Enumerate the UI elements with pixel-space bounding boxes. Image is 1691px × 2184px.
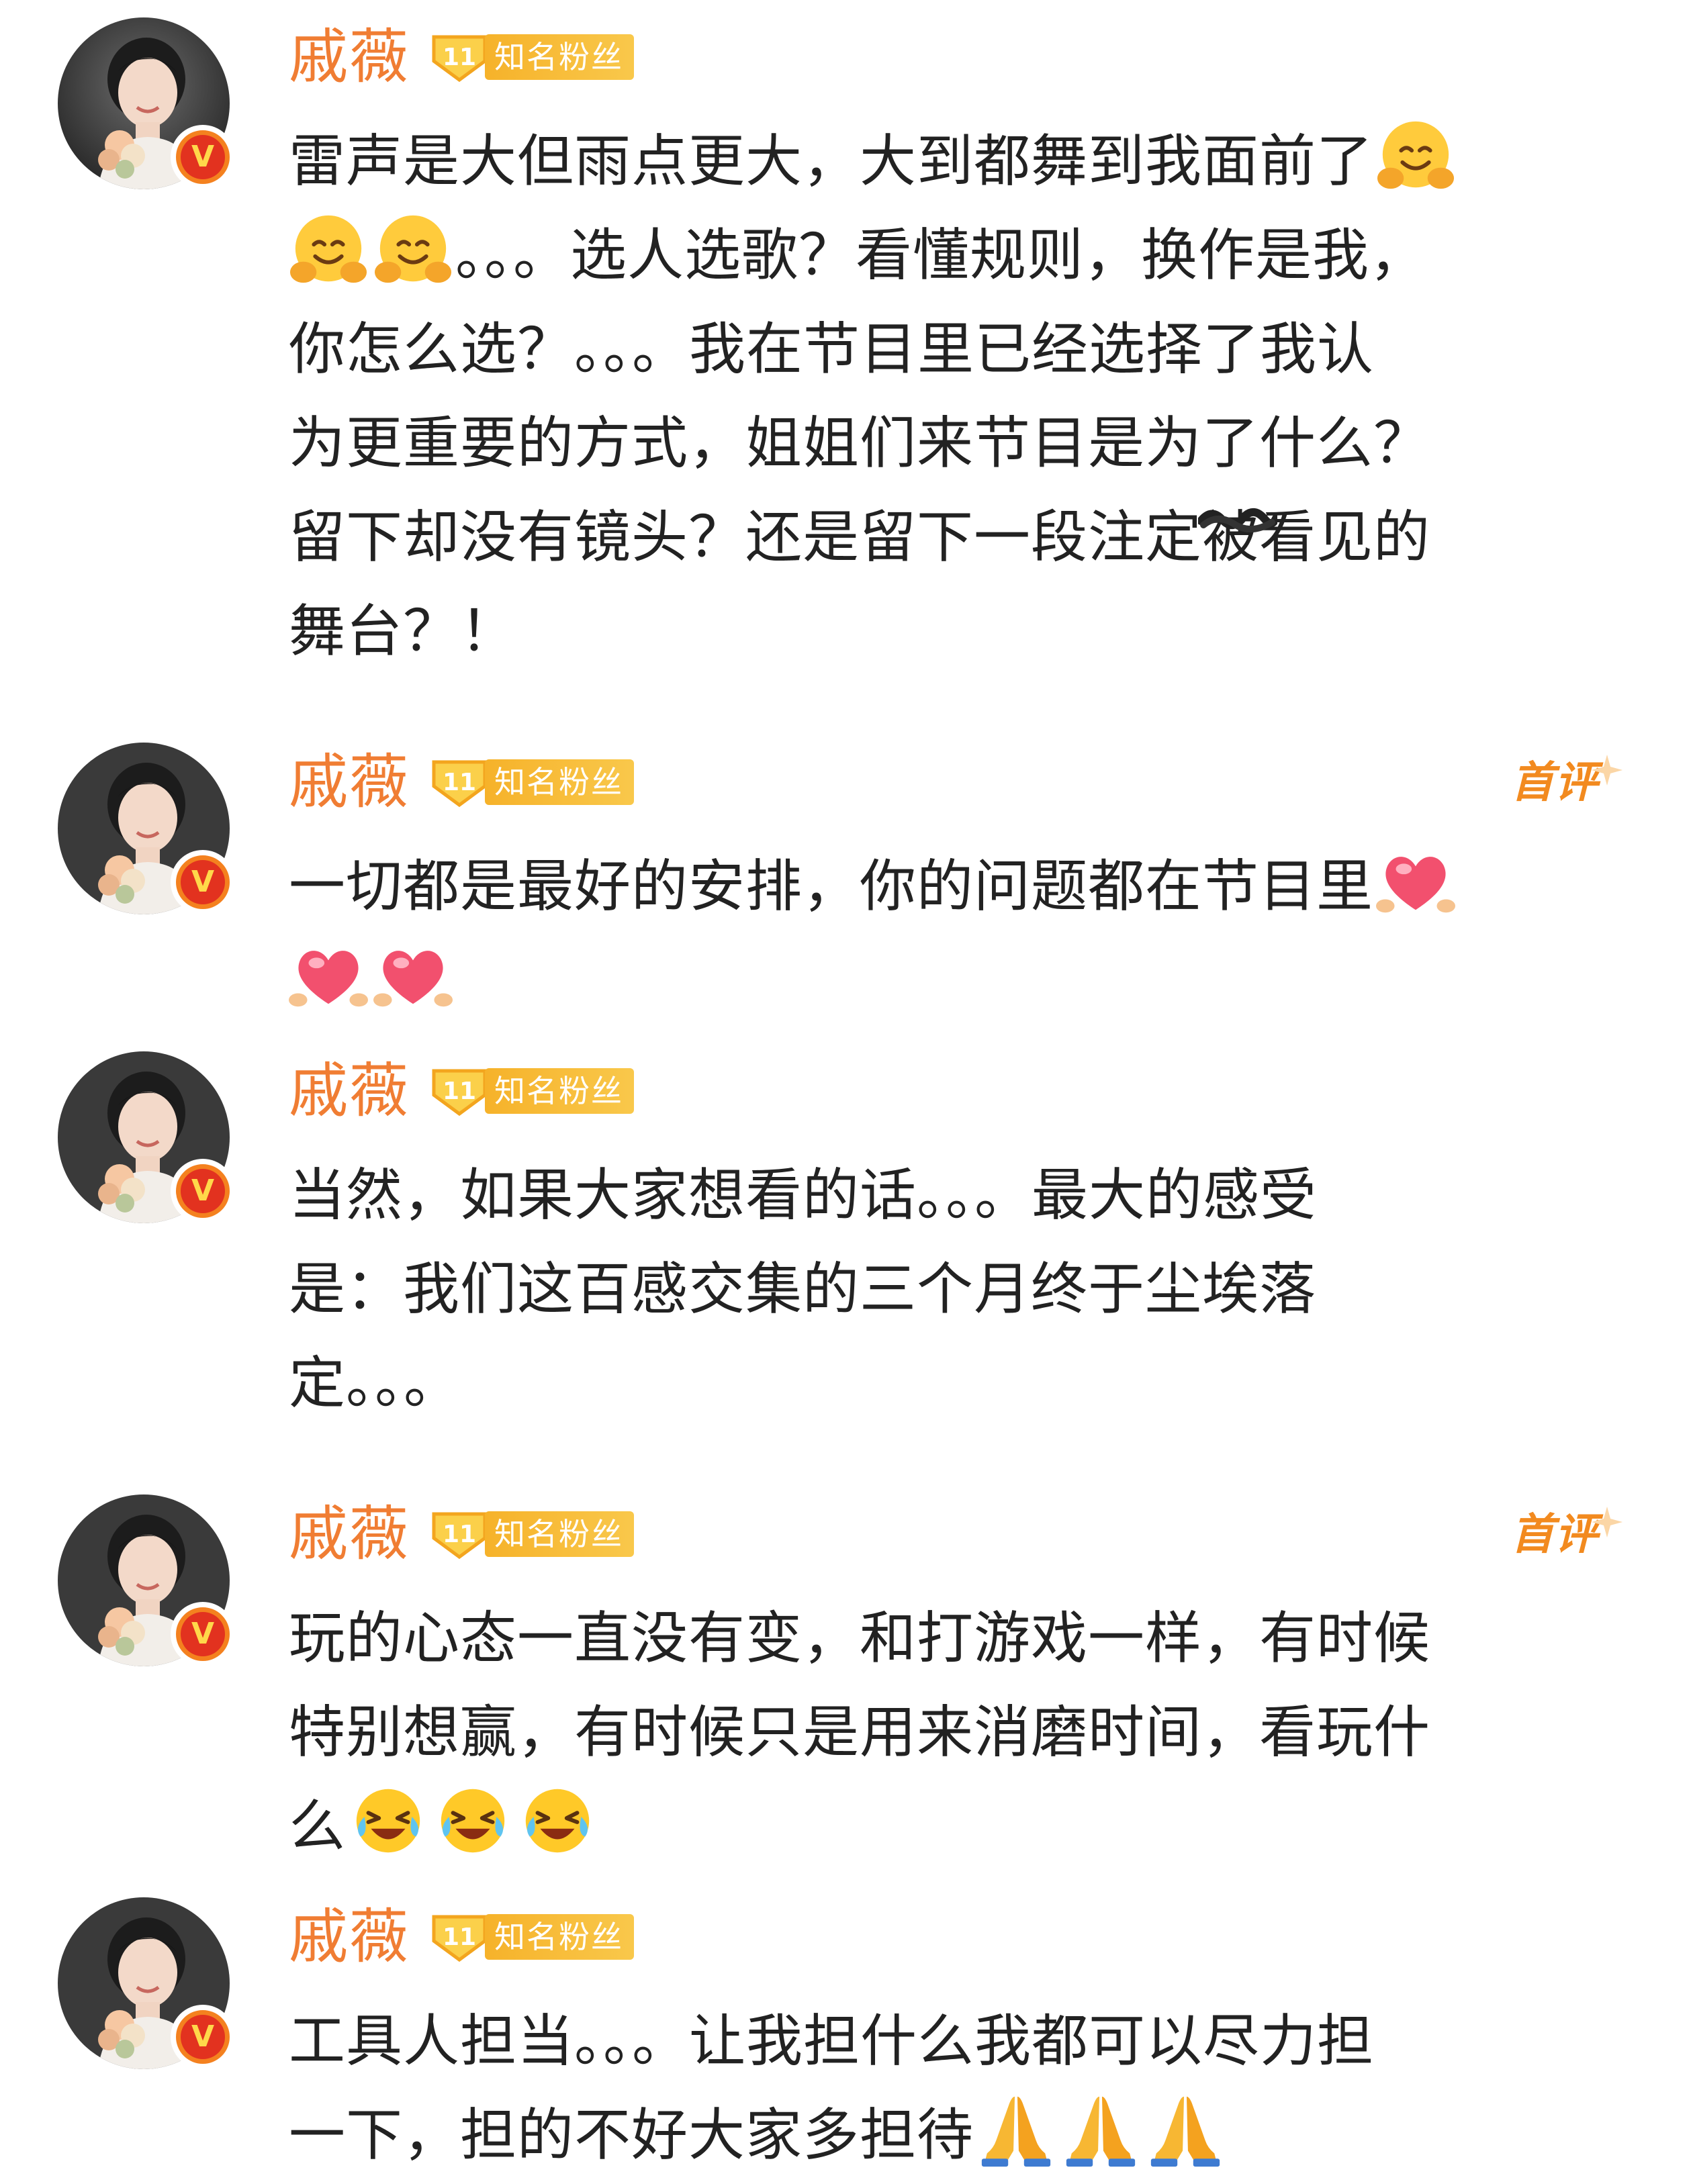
sparkle-icon — [1592, 1507, 1623, 1537]
username[interactable]: 戚薇 — [289, 20, 410, 94]
avatar[interactable]: V — [58, 1051, 235, 1223]
comment-line: 你怎么选？。。。我在节目里已经选择了我认 — [289, 316, 1375, 382]
comment-line: 定。。。 — [289, 1350, 461, 1416]
praying-hands-icon — [1146, 2090, 1225, 2169]
fan-label: 知名粉丝 — [485, 1511, 635, 1557]
comment-header: 戚薇 11 知名粉丝 — [289, 1497, 635, 1571]
comment-line: 为更重要的方式，姐姐们来节目是为了什么？ — [289, 410, 1431, 476]
comment-header: 戚薇 11 知名粉丝 — [289, 20, 635, 94]
comment-line: 留下却没有镜头？还是留下一段注定被 看见的 — [289, 490, 1598, 584]
svg-text:11: 11 — [443, 1078, 476, 1105]
comment-header: 戚薇 11 知名粉丝 — [289, 1054, 635, 1128]
hugging-face-icon — [289, 210, 368, 289]
fan-badge[interactable]: 11 知名粉丝 — [427, 1065, 635, 1117]
username[interactable]: 戚薇 — [289, 1054, 410, 1128]
floating-heart-icon — [373, 935, 453, 1014]
laugh-cry-icon — [433, 1781, 512, 1860]
fan-label: 知名粉丝 — [485, 759, 635, 805]
fan-level-shield-icon: 11 — [432, 1512, 487, 1560]
svg-text:11: 11 — [443, 44, 476, 71]
fan-level-shield-icon: 11 — [432, 1069, 487, 1117]
comment-text: 玩的心态一直没有变，和打游戏一样，有时候 特别想赢，有时候只是用来消磨时间，看玩… — [289, 1591, 1598, 1873]
floating-heart-icon — [1376, 841, 1456, 920]
fan-badge[interactable]: 11 知名粉丝 — [427, 1509, 635, 1560]
verified-v-icon: V — [171, 1159, 235, 1223]
comment-line: 。。。选人选歌？看懂规则，换作是我， — [289, 208, 1598, 302]
comment-line: 是：我们这百感交集的三个月终于尘埃落 — [289, 1256, 1317, 1322]
verified-v-icon: V — [171, 2005, 235, 2069]
praying-hands-icon — [1061, 2090, 1140, 2169]
comment-header: 戚薇 11 知名粉丝 — [289, 1900, 635, 1974]
verified-v-icon: V — [171, 1602, 235, 1666]
fan-label: 知名粉丝 — [485, 1068, 635, 1114]
username[interactable]: 戚薇 — [289, 745, 410, 819]
svg-text:11: 11 — [443, 1924, 476, 1951]
floating-heart-icon — [289, 935, 368, 1014]
comment-text: 工具人担当。。。让我担什么我都可以尽力担 一下，担的不好大家多担待 — [289, 1994, 1598, 2182]
comment-text: 一切都是最好的安排，你的问题都在节目里 — [289, 839, 1598, 1027]
fan-badge[interactable]: 11 知名粉丝 — [427, 1911, 635, 1962]
username[interactable]: 戚薇 — [289, 1900, 410, 1974]
first-comment-tag: 首评 — [1511, 749, 1623, 816]
comment-line: 么 — [289, 1779, 1598, 1873]
fan-label: 知名粉丝 — [485, 1914, 635, 1960]
avatar[interactable]: V — [58, 1494, 235, 1666]
praying-hands-icon — [976, 2090, 1056, 2169]
laugh-cry-icon — [349, 1781, 428, 1860]
comment-line: 一下，担的不好大家多担待 — [289, 2088, 1598, 2182]
comment-text: 雷声是大但雨点更大，大到都舞到我面前了 。。。选人选歌？看懂规则，换作是我， 你… — [289, 114, 1598, 678]
fan-level-shield-icon: 11 — [432, 1915, 487, 1962]
comment-line: 玩的心态一直没有变，和打游戏一样，有时候 — [289, 1605, 1431, 1671]
comment-line: 当然，如果大家想看的话。。。最大的感受 — [289, 1162, 1318, 1228]
verified-v-icon: V — [171, 125, 235, 189]
comment-line: 雷声是大但雨点更大，大到都舞到我面前了 — [289, 114, 1598, 208]
verified-v-icon: V — [171, 850, 235, 914]
comment-header: 戚薇 11 知名粉丝 — [289, 745, 635, 819]
avatar[interactable]: V — [58, 1897, 235, 2069]
hugging-face-icon — [1376, 116, 1455, 195]
fan-level-shield-icon: 11 — [432, 760, 487, 808]
fan-level-shield-icon: 11 — [432, 35, 487, 83]
comment-line: 舞台？！ — [289, 598, 518, 664]
first-comment-tag: 首评 — [1511, 1501, 1623, 1568]
sparkle-icon — [1592, 755, 1623, 786]
avatar[interactable]: V — [58, 743, 235, 914]
comment-text: 当然，如果大家想看的话。。。最大的感受 是：我们这百感交集的三个月终于尘埃落 定… — [289, 1148, 1598, 1430]
hugging-face-icon — [373, 210, 453, 289]
fan-badge[interactable]: 11 知名粉丝 — [427, 757, 635, 808]
comment-line: 一切都是最好的安排，你的问题都在节目里 — [289, 839, 1598, 933]
redacted-character: 被 — [1198, 490, 1278, 584]
svg-text:11: 11 — [443, 769, 476, 796]
comment-line — [289, 933, 1598, 1027]
laugh-cry-icon — [518, 1781, 597, 1860]
fan-badge[interactable]: 11 知名粉丝 — [427, 32, 635, 83]
svg-text:11: 11 — [443, 1521, 476, 1548]
comment-line: 特别想赢，有时候只是用来消磨时间，看玩什 — [289, 1699, 1431, 1765]
avatar[interactable]: V — [58, 17, 235, 189]
fan-label: 知名粉丝 — [485, 34, 635, 80]
comment-line: 工具人担当。。。让我担什么我都可以尽力担 — [289, 2008, 1375, 2074]
username[interactable]: 戚薇 — [289, 1497, 410, 1571]
